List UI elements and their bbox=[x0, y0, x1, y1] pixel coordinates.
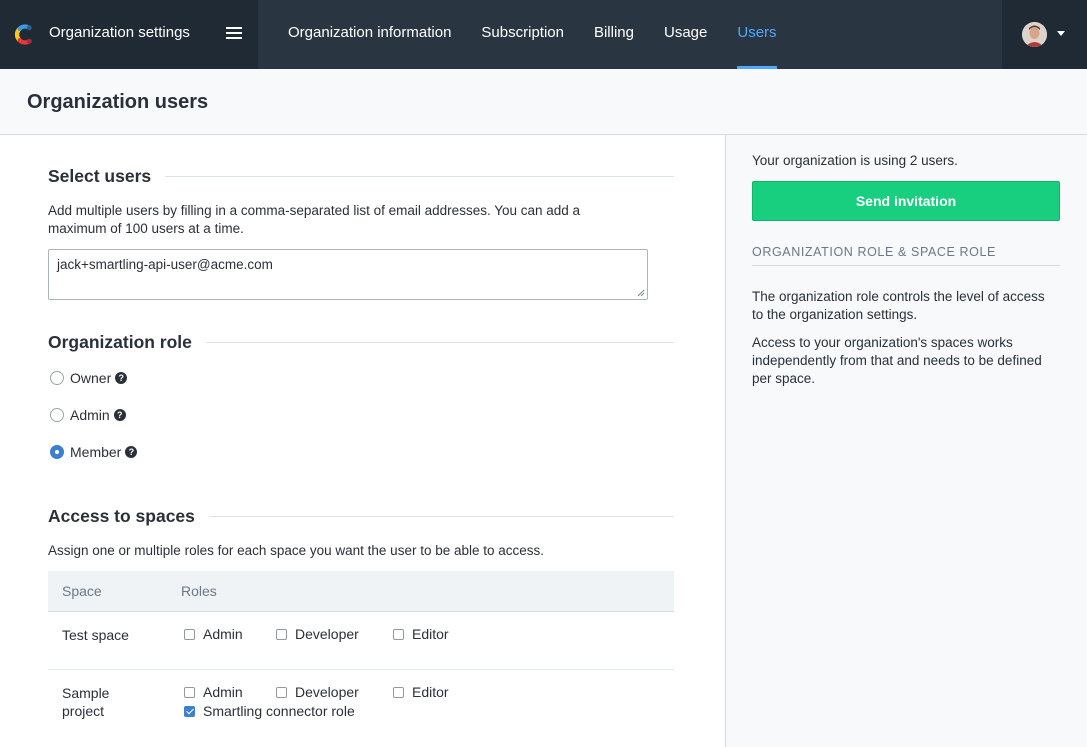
column-header-space: Space bbox=[62, 583, 102, 599]
checkbox[interactable] bbox=[184, 686, 195, 698]
organization-role-heading: Organization role bbox=[48, 332, 674, 353]
top-navigation-bar: Organization settings Organization infor… bbox=[0, 0, 1087, 69]
role-checkbox-admin[interactable]: Admin bbox=[184, 684, 243, 700]
role-label: Admin bbox=[70, 407, 110, 423]
checkbox[interactable] bbox=[184, 628, 195, 640]
tab-users[interactable]: Users bbox=[737, 0, 777, 69]
contentful-logo-icon[interactable] bbox=[11, 22, 36, 47]
checkbox[interactable] bbox=[393, 628, 404, 640]
tab-organization-information[interactable]: Organization information bbox=[288, 0, 451, 69]
checkbox-label: Smartling connector role bbox=[203, 703, 355, 719]
select-users-help: Add multiple users by filling in a comma… bbox=[48, 203, 581, 236]
role-option-owner[interactable]: Owner ? bbox=[50, 370, 128, 386]
space-name: Sample project bbox=[62, 684, 109, 720]
user-avatar-icon bbox=[1022, 22, 1047, 47]
space-name-line: project bbox=[62, 703, 105, 719]
role-option-member[interactable]: Member ? bbox=[50, 444, 138, 460]
help-icon[interactable]: ? bbox=[125, 446, 138, 458]
divider bbox=[165, 176, 674, 177]
chevron-down-icon[interactable] bbox=[1057, 31, 1065, 36]
divider bbox=[205, 342, 674, 343]
checkbox-label: Developer bbox=[295, 684, 359, 700]
avatar[interactable] bbox=[1022, 22, 1047, 47]
checkbox[interactable] bbox=[393, 686, 404, 698]
usage-text: Your organization is using 2 users. bbox=[752, 153, 958, 168]
role-checkbox-developer[interactable]: Developer bbox=[276, 684, 359, 700]
sidebar-paragraph: The organization role controls the level… bbox=[752, 289, 1045, 322]
access-to-spaces-title: Access to spaces bbox=[48, 506, 195, 526]
page-title: Organization users bbox=[27, 91, 209, 113]
sidebar: Your organization is using 2 users. Send… bbox=[725, 135, 1087, 747]
tab-usage[interactable]: Usage bbox=[664, 0, 707, 69]
checkbox[interactable] bbox=[276, 686, 287, 698]
checkbox[interactable] bbox=[276, 628, 287, 640]
tab-subscription[interactable]: Subscription bbox=[481, 0, 564, 69]
checkbox-label: Admin bbox=[203, 626, 243, 642]
resize-handle-icon[interactable] bbox=[637, 289, 645, 297]
role-label: Owner bbox=[70, 370, 112, 386]
help-icon[interactable]: ? bbox=[113, 409, 126, 421]
table-header: Space Roles bbox=[48, 571, 674, 612]
select-users-heading: Select users bbox=[48, 166, 674, 187]
checkbox-label: Developer bbox=[295, 626, 359, 642]
checkbox-label: Admin bbox=[203, 684, 243, 700]
table-row: Test space Admin Developer Editor bbox=[48, 612, 674, 670]
brand-area: Organization settings bbox=[0, 0, 258, 69]
access-to-spaces-heading: Access to spaces bbox=[48, 506, 674, 527]
menu-icon[interactable] bbox=[226, 27, 242, 40]
checkbox-label: Editor bbox=[412, 626, 449, 642]
page-header: Organization users bbox=[0, 69, 1087, 135]
column-header-roles: Roles bbox=[181, 583, 217, 599]
user-menu[interactable] bbox=[1002, 0, 1087, 69]
table-row: Sample project Admin Developer Editor Sm… bbox=[48, 670, 674, 747]
sidebar-heading: ORGANIZATION ROLE & SPACE ROLE bbox=[752, 245, 1060, 266]
role-checkbox-smartling-connector[interactable]: Smartling connector role bbox=[184, 703, 355, 719]
checkbox-label: Editor bbox=[412, 684, 449, 700]
sidebar-paragraph: Access to your organization's spaces wor… bbox=[752, 335, 1042, 386]
role-option-admin[interactable]: Admin ? bbox=[50, 407, 126, 423]
space-name-line: Sample bbox=[62, 685, 110, 701]
space-name: Test space bbox=[62, 627, 129, 643]
radio-member[interactable] bbox=[50, 445, 64, 459]
access-help: Assign one or multiple roles for each sp… bbox=[48, 543, 545, 558]
send-invitation-button[interactable]: Send invitation bbox=[752, 181, 1060, 221]
role-checkbox-editor[interactable]: Editor bbox=[393, 684, 449, 700]
role-checkbox-editor[interactable]: Editor bbox=[393, 626, 449, 642]
radio-owner[interactable] bbox=[50, 371, 64, 385]
tab-billing[interactable]: Billing bbox=[594, 0, 634, 69]
app-title: Organization settings bbox=[49, 24, 190, 41]
role-checkbox-developer[interactable]: Developer bbox=[276, 626, 359, 642]
organization-role-title: Organization role bbox=[48, 332, 192, 352]
email-addresses-input[interactable] bbox=[48, 249, 648, 300]
space-roles-table: Space Roles Test space Admin Developer E… bbox=[48, 571, 674, 747]
checkbox[interactable] bbox=[184, 705, 195, 717]
select-users-title: Select users bbox=[48, 166, 152, 186]
role-checkbox-admin[interactable]: Admin bbox=[184, 626, 243, 642]
divider bbox=[208, 516, 674, 517]
help-icon[interactable]: ? bbox=[115, 372, 128, 384]
settings-tabs: Organization information Subscription Bi… bbox=[288, 0, 807, 69]
role-label: Member bbox=[70, 444, 122, 460]
radio-admin[interactable] bbox=[50, 408, 64, 422]
